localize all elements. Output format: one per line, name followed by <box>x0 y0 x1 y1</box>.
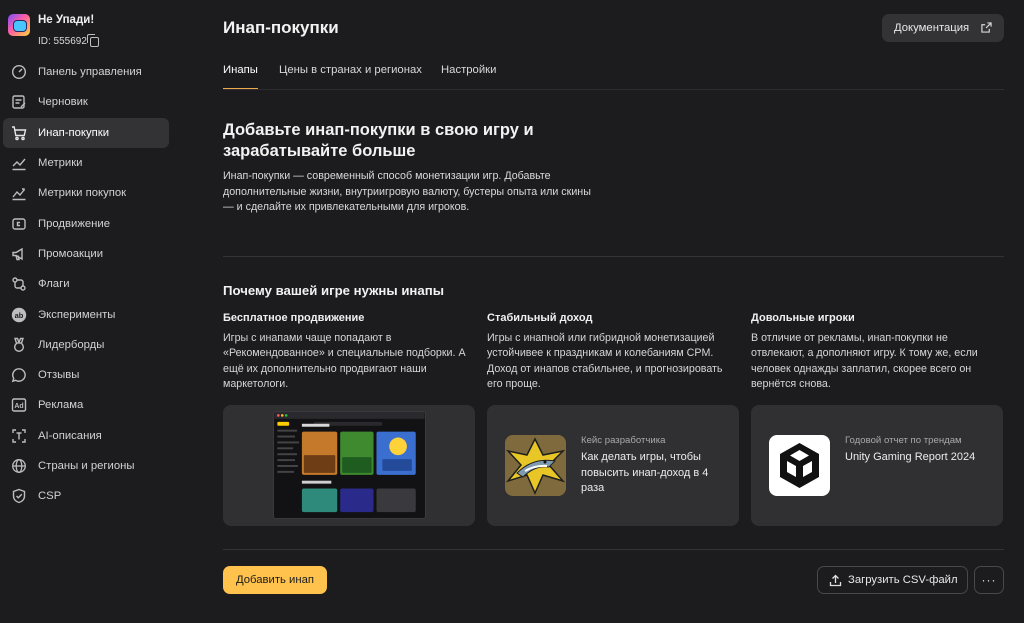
sidebar-item-label: Черновик <box>38 96 88 109</box>
sidebar-item-in-app-purchases[interactable]: Инап-покупки <box>3 117 169 148</box>
section-divider <box>223 256 1004 257</box>
copy-icon[interactable] <box>87 34 99 47</box>
cart-icon <box>11 125 27 141</box>
shield-icon <box>11 488 27 504</box>
page-title: Инап-покупки <box>223 18 339 37</box>
benefit-column: Довольные игроки В отличие от рекламы, и… <box>751 312 1003 392</box>
ad-icon: Ad <box>11 397 27 413</box>
sidebar-item-csp[interactable]: CSP <box>3 481 169 511</box>
promotion-icon <box>11 216 27 232</box>
add-inapp-button[interactable]: Добавить инап <box>223 566 327 594</box>
sidebar-item-promotion[interactable]: Продвижение <box>3 208 169 238</box>
upload-csv-label: Загрузить CSV-файл <box>848 574 958 586</box>
benefit-text: Игры с инапами чаще попадают в «Рекоменд… <box>223 332 466 390</box>
unity-logo-icon <box>769 435 830 496</box>
sidebar-item-label: Панель управления <box>38 66 142 79</box>
sidebar-item-label: CSP <box>38 490 62 503</box>
tabs-divider <box>223 89 1004 90</box>
sidebar-nav: Панель управления Черновик Инап-покупки … <box>3 57 169 511</box>
benefit-text: Игры с инапной или гибридной монетизацие… <box>487 332 723 390</box>
sidebar-item-draft[interactable]: Черновик <box>3 87 169 117</box>
sidebar-item-purchase-metrics[interactable]: Метрики покупок <box>3 178 169 208</box>
card-caption: Годовой отчет по трендам <box>845 435 962 446</box>
sidebar-item-label: Флаги <box>38 278 70 291</box>
app-header: Не Упади! ID: 555692 <box>8 12 178 52</box>
external-link-icon <box>981 22 992 33</box>
benefit-title: Довольные игроки <box>751 312 855 324</box>
app-name: Не Упади! <box>38 14 95 26</box>
globe-icon <box>11 458 27 474</box>
reviews-icon <box>11 367 27 383</box>
more-options-button[interactable]: ··· <box>974 566 1004 594</box>
sidebar-item-label: Продвижение <box>38 217 111 230</box>
footer-divider <box>223 549 1004 550</box>
sidebar-item-metrics[interactable]: Метрики <box>3 148 169 178</box>
draft-icon <box>11 94 27 110</box>
why-title: Почему вашей игре нужны инапы <box>223 283 444 298</box>
sidebar-item-reviews[interactable]: Отзывы <box>3 360 169 390</box>
sidebar-item-promo-actions[interactable]: Промоакции <box>3 239 169 269</box>
svg-text:Ad: Ad <box>14 403 23 410</box>
sidebar-item-label: Метрики покупок <box>38 187 127 200</box>
card-caption: Кейс разработчика <box>581 435 666 446</box>
sidebar-item-leaderboards[interactable]: Лидерборды <box>3 330 169 360</box>
sidebar-item-label: Страны и регионы <box>38 460 135 472</box>
app-id: ID: 555692 <box>38 36 87 47</box>
medal-icon <box>11 337 27 353</box>
megaphone-icon <box>11 246 27 262</box>
app-icon <box>8 14 30 36</box>
dashboard-icon <box>11 64 27 80</box>
sidebar-item-dashboard[interactable]: Панель управления <box>3 57 169 87</box>
recommended-screenshot-card[interactable] <box>223 405 475 526</box>
upload-icon <box>829 574 842 587</box>
tab-regional-prices[interactable]: Цены в странах и регионах <box>279 64 422 90</box>
upload-csv-button[interactable]: Загрузить CSV-файл <box>817 566 968 594</box>
sidebar-item-label: Лидерборды <box>38 338 105 351</box>
benefit-title: Стабильный доход <box>487 312 593 324</box>
svg-text:ab: ab <box>15 310 24 319</box>
benefit-text: В отличие от рекламы, инап-покупки не от… <box>751 332 978 390</box>
purchase-metrics-icon <box>11 185 27 201</box>
tab-settings[interactable]: Настройки <box>441 64 496 90</box>
benefit-column: Бесплатное продвижение Игры с инапами ча… <box>223 312 475 392</box>
hero-text: Инап-покупки — современный способ монети… <box>223 170 591 213</box>
developer-case-card[interactable]: Кейс разработчика Как делать игры, чтобы… <box>487 405 739 526</box>
main-content: Инап-покупки Документация Инапы Цены в с… <box>180 0 1024 623</box>
card-title: Unity Gaming Report 2024 <box>845 451 976 463</box>
sidebar-item-ai-descriptions[interactable]: AI-описания <box>3 421 169 451</box>
documentation-button[interactable]: Документация <box>882 14 1004 42</box>
tab-inapps[interactable]: Инапы <box>223 64 258 90</box>
metrics-icon <box>11 155 27 171</box>
sidebar-item-label: Метрики <box>38 157 83 170</box>
sidebar-item-label: Отзывы <box>38 369 80 382</box>
games-catalog-screenshot <box>273 411 426 519</box>
ai-text-icon <box>11 428 27 444</box>
shark-game-thumbnail <box>505 435 566 496</box>
sidebar-item-ads[interactable]: Ad Реклама <box>3 390 169 420</box>
sidebar-item-experiments[interactable]: ab Эксперименты <box>3 299 169 329</box>
ab-icon: ab <box>11 307 27 323</box>
benefit-title: Бесплатное продвижение <box>223 312 365 324</box>
sidebar-item-label: Инап-покупки <box>38 126 110 139</box>
documentation-label: Документация <box>894 22 970 34</box>
sidebar: Не Упади! ID: 555692 Панель управления Ч… <box>0 0 180 623</box>
sidebar-item-countries[interactable]: Страны и регионы <box>3 451 169 481</box>
sidebar-item-label: Эксперименты <box>38 308 116 321</box>
sidebar-item-label: AI-описания <box>38 429 102 442</box>
sidebar-item-label: Промоакции <box>38 247 104 260</box>
unity-report-card[interactable]: Годовой отчет по трендам Unity Gaming Re… <box>751 405 1003 526</box>
hero-title: Добавьте инап-покупки в свою игру и зара… <box>223 121 534 160</box>
benefit-column: Стабильный доход Игры с инапной или гибр… <box>487 312 739 392</box>
card-title: Как делать игры, чтобы повысить инап-дох… <box>581 451 709 494</box>
sidebar-item-label: Реклама <box>38 399 84 412</box>
flags-icon <box>11 276 27 292</box>
sidebar-item-flags[interactable]: Флаги <box>3 269 169 299</box>
